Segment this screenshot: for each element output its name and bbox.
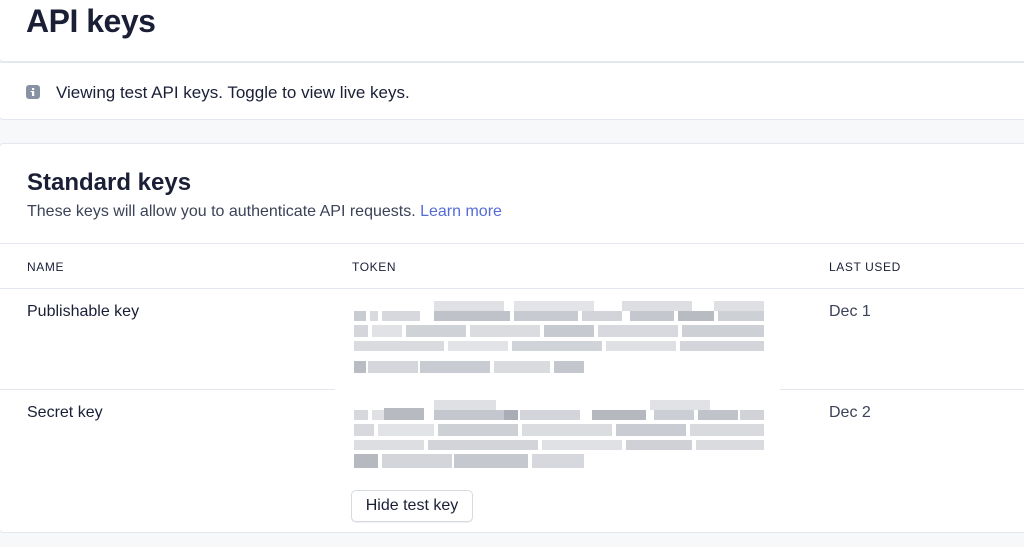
key-name: Publishable key xyxy=(27,303,140,320)
table-top-divider xyxy=(0,243,1024,244)
header-divider xyxy=(0,288,1024,289)
redacted-token xyxy=(354,297,764,379)
last-used-date: Dec 1 xyxy=(829,303,871,320)
token-divider-gap xyxy=(335,380,780,396)
info-icon xyxy=(26,85,40,99)
pixelated-token-image xyxy=(354,301,764,373)
section-description: These keys will allow you to authenticat… xyxy=(27,203,502,221)
last-used-date: Dec 2 xyxy=(829,404,871,421)
hide-test-key-button[interactable]: Hide test key xyxy=(351,490,473,522)
pixelated-token-image xyxy=(354,400,764,468)
column-header-name: NAME xyxy=(27,260,65,274)
section-title: Standard keys xyxy=(27,169,192,196)
redacted-token xyxy=(354,396,764,478)
column-header-last-used: LAST USED xyxy=(829,260,901,274)
test-mode-notice: Viewing test API keys. Toggle to view li… xyxy=(0,62,1024,120)
key-name: Secret key xyxy=(27,404,103,421)
standard-keys-card: Standard keys These keys will allow you … xyxy=(0,143,1024,533)
page-header: API keys xyxy=(0,0,1024,62)
column-header-token: TOKEN xyxy=(352,260,397,274)
learn-more-link[interactable]: Learn more xyxy=(420,203,502,220)
notice-text: Viewing test API keys. Toggle to view li… xyxy=(56,83,410,102)
page-title: API keys xyxy=(26,3,156,39)
section-description-text: These keys will allow you to authenticat… xyxy=(27,203,416,220)
